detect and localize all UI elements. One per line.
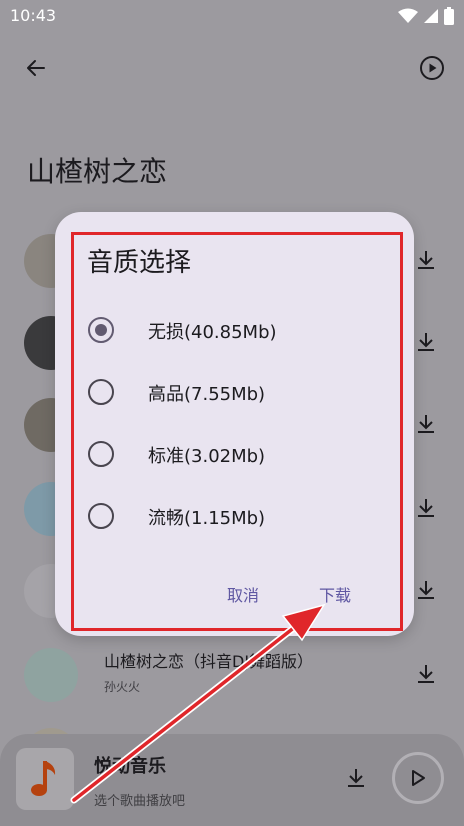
annotation-arrow xyxy=(70,603,326,804)
